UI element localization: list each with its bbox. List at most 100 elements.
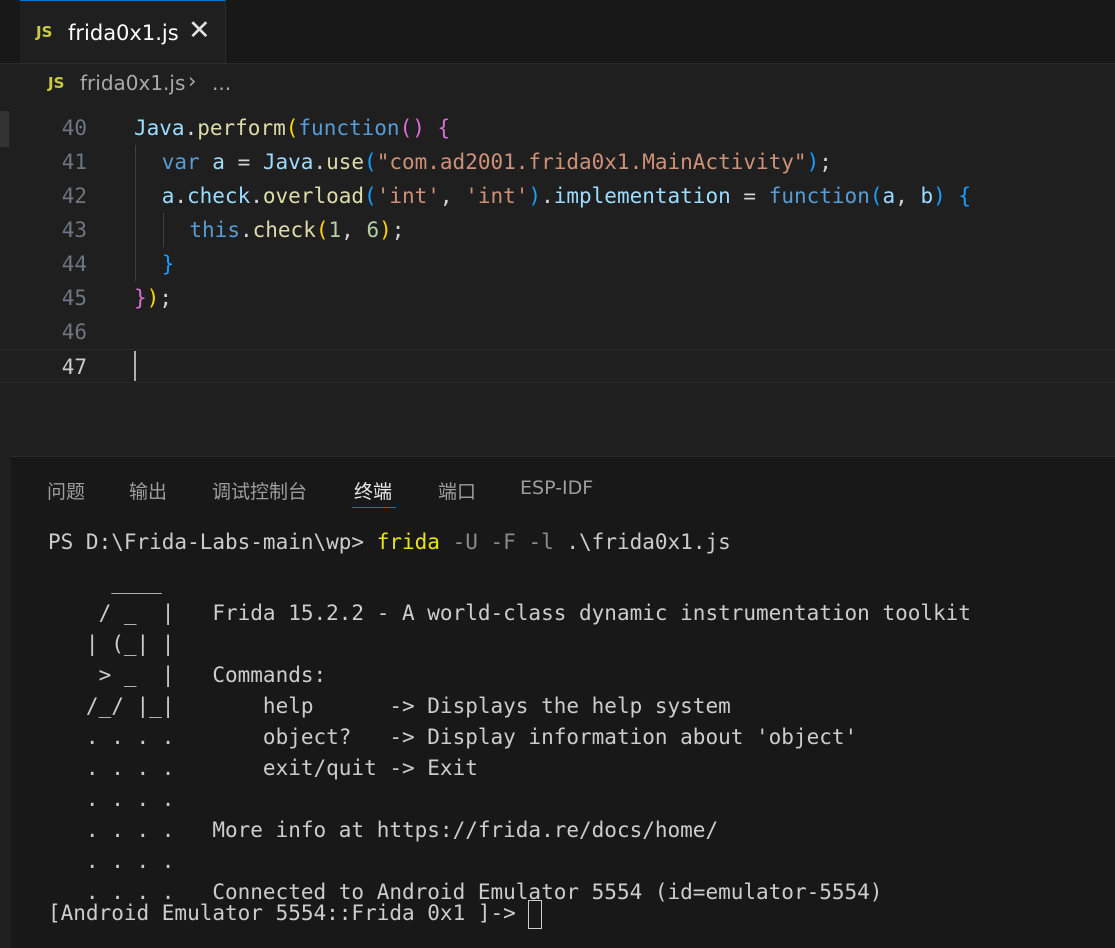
code-token: 1: [328, 218, 342, 242]
line-number: 43: [61, 218, 87, 242]
terminal-output-line: | (_| |: [48, 632, 175, 656]
code-token: a: [882, 184, 896, 208]
code-token: overload: [262, 184, 365, 208]
code-token: ,: [341, 218, 367, 242]
javascript-file-icon: JS: [48, 74, 65, 92]
code-token: ;: [159, 286, 172, 310]
repl-prompt: [Android Emulator 5554::Frida 0x1 ]->: [48, 901, 529, 925]
code-token: perform: [197, 116, 286, 140]
close-icon[interactable]: ✕: [188, 15, 211, 46]
code-token: Java: [262, 150, 314, 174]
tab-frida0x1-js[interactable]: JS frida0x1.js ✕: [20, 0, 226, 63]
code-token: 'int': [376, 184, 440, 208]
tab-esp-idf[interactable]: ESP-IDF: [520, 477, 593, 499]
tab-ports[interactable]: 端口: [438, 477, 476, 504]
code-token: (: [364, 150, 377, 174]
chevron-right-icon: ›: [188, 69, 197, 93]
code-text: });: [134, 281, 172, 315]
code-token: .: [541, 184, 554, 208]
code-line[interactable]: 47: [0, 349, 1115, 383]
frida-repl-line[interactable]: [Android Emulator 5554::Frida 0x1 ]->: [48, 898, 543, 929]
tab-output[interactable]: 输出: [129, 477, 167, 504]
code-token: 'int': [465, 184, 529, 208]
terminal-output-line: > _ | Commands:: [48, 663, 327, 687]
breadcrumb-file[interactable]: frida0x1.js: [80, 71, 185, 95]
code-token: .: [250, 184, 263, 208]
code-token: .: [184, 116, 198, 140]
code-token: }: [134, 286, 147, 310]
breadcrumb-symbols[interactable]: ...: [212, 71, 231, 95]
code-token: .: [313, 150, 327, 174]
code-token: (: [285, 116, 299, 140]
line-number: 45: [61, 286, 87, 310]
code-token: {: [424, 116, 451, 140]
code-text: this.check(1, 6);: [189, 213, 404, 247]
code-line[interactable]: 45});: [0, 281, 1115, 315]
terminal-output-line: . . . . More info at https://frida.re/do…: [48, 818, 719, 842]
code-text: Java.perform(function() {: [134, 111, 450, 145]
terminal-cursor: [528, 899, 543, 929]
terminal-command: frida: [376, 530, 440, 554]
code-token: ): [146, 286, 160, 310]
indent-guide: [162, 213, 164, 247]
code-token: Java: [134, 116, 185, 140]
code-token: check: [252, 218, 316, 242]
code-token: a: [161, 184, 175, 208]
code-token: }: [161, 252, 175, 276]
line-number: 46: [61, 320, 87, 344]
line-number: 47: [61, 355, 87, 379]
code-token: check: [187, 184, 251, 208]
code-token: 6: [366, 218, 380, 242]
code-line[interactable]: 42 a.check.overload('int', 'int').impleme…: [0, 179, 1115, 213]
code-token: ;: [391, 218, 405, 242]
code-token: var: [161, 150, 200, 174]
terminal-args: -U -F -l: [439, 530, 554, 554]
tab-problems[interactable]: 问题: [47, 477, 85, 504]
code-line[interactable]: 44}: [0, 247, 1115, 281]
code-token: ): [806, 150, 820, 174]
code-line[interactable]: 46: [0, 315, 1115, 349]
tab-title: frida0x1.js: [68, 21, 179, 45]
line-number: 41: [61, 150, 87, 174]
code-token: ;: [819, 150, 832, 174]
code-token: use: [326, 150, 365, 174]
tab-terminal[interactable]: 终端: [354, 477, 392, 504]
code-token: function: [298, 116, 400, 140]
tab-debug-console[interactable]: 调试控制台: [212, 477, 307, 504]
terminal-output-line: /_/ |_| help -> Displays the help system: [48, 694, 731, 718]
code-token: b: [920, 184, 934, 208]
code-token: =: [224, 150, 263, 174]
code-token: (): [399, 116, 425, 140]
code-line[interactable]: 40 Java.perform(function() {: [0, 111, 1115, 145]
code-token: (: [315, 218, 329, 242]
terminal-output-line: . . . .: [48, 787, 175, 811]
breadcrumb: JS frida0x1.js › ...: [0, 64, 1115, 106]
javascript-file-icon: JS: [36, 23, 53, 41]
code-line[interactable]: 41 var a = Java.use("com.ad2001.frida0x1.…: [0, 145, 1115, 179]
code-text: var a = Java.use("com.ad2001.frida0x1.Ma…: [162, 145, 832, 179]
terminal-output-line: . . . .: [48, 849, 175, 873]
text-cursor: [134, 351, 136, 381]
terminal-output-line: / _ | Frida 15.2.2 - A world-class dynam…: [48, 601, 971, 625]
terminal-file-arg: .\frida0x1.js: [553, 530, 731, 554]
code-text: }: [162, 247, 175, 281]
code-token: .: [174, 184, 187, 208]
terminal-prompt: PS D:\Frida-Labs-main\wp>: [48, 530, 377, 554]
code-line[interactable]: 43 this.check(1, 6);: [0, 213, 1115, 247]
indent-guide: [135, 145, 136, 281]
code-token: (: [364, 184, 377, 208]
line-number: 40: [61, 116, 87, 140]
code-token: =: [730, 184, 769, 208]
active-tab-indicator: [352, 507, 396, 508]
code-token: ,: [439, 184, 466, 208]
code-token: implementation: [553, 184, 731, 208]
code-token: "com.ad2001.frida0x1.MainActivity": [376, 150, 807, 174]
bottom-panel: 问题 输出 调试控制台 终端 端口 ESP-IDF PS D:\Frida-La…: [11, 456, 1115, 948]
code-editor[interactable]: 40 Java.perform(function() {41 var a = Jav…: [0, 107, 1115, 455]
code-token: {: [945, 184, 972, 208]
terminal-command-line[interactable]: PS D:\Frida-Labs-main\wp> frida -U -F -l…: [48, 527, 731, 558]
code-token: ): [933, 184, 946, 208]
code-token: ): [528, 184, 542, 208]
frida-banner: ____ / _ | Frida 15.2.2 - A world-class …: [48, 567, 971, 908]
